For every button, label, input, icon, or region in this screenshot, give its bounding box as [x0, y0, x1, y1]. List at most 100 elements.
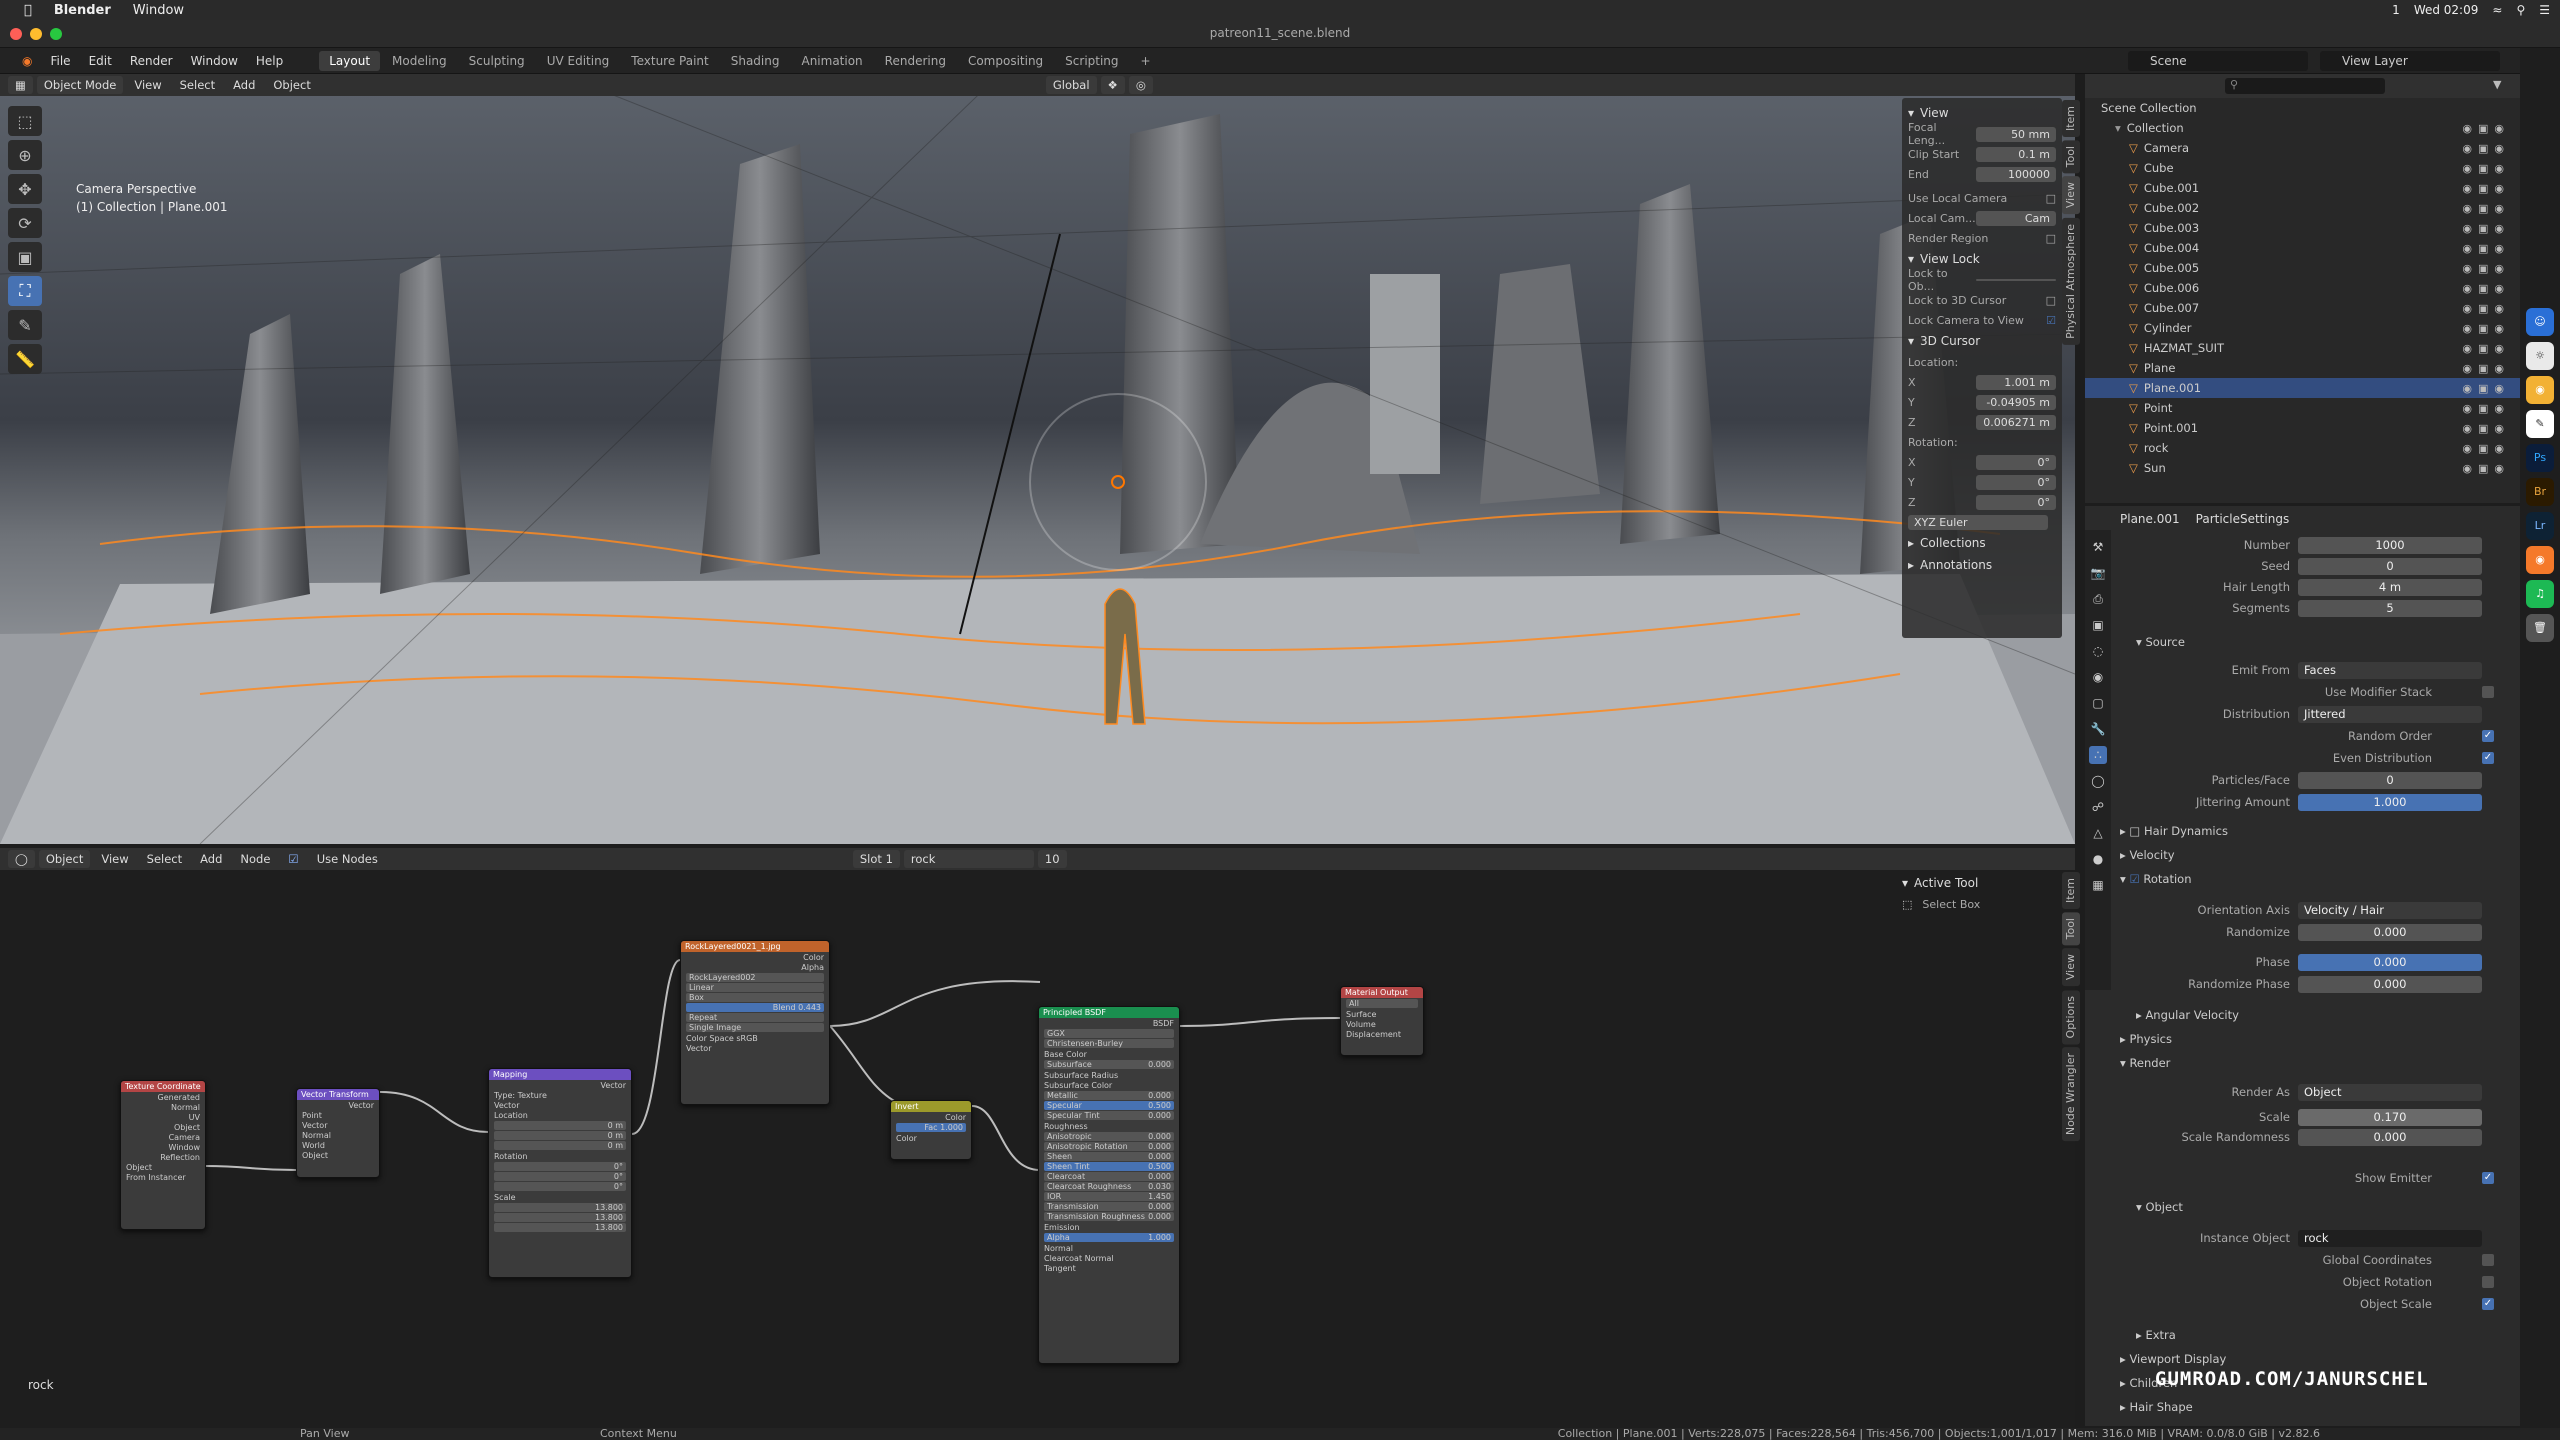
trash-icon[interactable]: 🗑 [2526, 614, 2554, 642]
visibility-icons[interactable]: ◉▣◉ [2462, 342, 2510, 355]
scale-randomness-field[interactable]: 0.000 [2298, 1128, 2482, 1146]
outliner-item[interactable]: ▽ Cube.007 ◉▣◉ [2085, 298, 2520, 318]
bsdf-input-row[interactable]: Sheen 0.000 [1044, 1152, 1174, 1161]
lock-cursor-checkbox[interactable]: □ [2046, 294, 2056, 307]
output-tab-icon[interactable]: ⎙ [2089, 590, 2107, 608]
bridge-icon[interactable]: Br [2526, 478, 2554, 506]
scale-field[interactable]: 0.170 [2298, 1108, 2482, 1126]
render-region-checkbox[interactable]: □ [2046, 232, 2056, 245]
object-rotation-checkbox[interactable] [2482, 1276, 2494, 1288]
bsdf-input-row[interactable]: IOR 1.450 [1044, 1192, 1174, 1201]
outliner-item[interactable]: ▽ Sun ◉▣◉ [2085, 458, 2520, 478]
object-subpanel-header[interactable]: ▾ Object [2136, 1200, 2183, 1214]
proportional-edit-icon[interactable]: ◎ [1128, 76, 1153, 94]
visibility-icons[interactable]: ◉▣◉ [2462, 262, 2510, 275]
measure-icon[interactable]: 📏 [8, 344, 42, 374]
source-panel-header[interactable]: ▾ Source [2136, 635, 2185, 649]
blender-icon[interactable]: ◉ [2526, 546, 2554, 574]
cursor-x-field[interactable]: 1.001 m [1976, 374, 2056, 390]
add-workspace-button[interactable]: + [1131, 51, 1161, 71]
particles-per-face-field[interactable]: 0 [2298, 771, 2482, 789]
outliner-item[interactable]: ▽ Cylinder ◉▣◉ [2085, 318, 2520, 338]
material-tab-icon[interactable]: ● [2089, 850, 2107, 868]
tab-texture-paint[interactable]: Texture Paint [621, 51, 718, 71]
notes-icon[interactable]: ✎ [2526, 410, 2554, 438]
scale-icon[interactable]: ▣ [8, 242, 42, 272]
menu-file[interactable]: File [42, 51, 78, 71]
constraints-tab-icon[interactable]: ☍ [2089, 798, 2107, 816]
use-local-camera-checkbox[interactable]: □ [2046, 192, 2056, 205]
visibility-icons[interactable]: ◉▣◉ [2462, 462, 2510, 475]
menu-select[interactable]: Select [173, 76, 222, 94]
outliner-item[interactable]: ▽ Cube.006 ◉▣◉ [2085, 278, 2520, 298]
slot-selector[interactable]: Slot 1 [852, 850, 900, 868]
bsdf-input-row[interactable]: Transmission 0.000 [1044, 1202, 1174, 1211]
rotate-icon[interactable]: ⟳ [8, 208, 42, 238]
lock-object-field[interactable] [1976, 279, 2056, 281]
window-menu[interactable]: Window [133, 3, 184, 18]
annotations-header[interactable]: ▸ Annotations [1908, 554, 2056, 576]
visibility-icons[interactable]: ◉▣◉ [2462, 202, 2510, 215]
texture-tab-icon[interactable]: ▦ [2089, 876, 2107, 894]
bsdf-input-row[interactable]: Clearcoat Roughness 0.030 [1044, 1182, 1174, 1191]
visibility-icons[interactable]: ◉▣◉ [2462, 422, 2510, 435]
outliner-item[interactable]: ▽ Cube ◉▣◉ [2085, 158, 2520, 178]
safari-icon[interactable]: ☼ [2526, 342, 2554, 370]
hair-dynamics-panel-header[interactable]: ▸ □ Hair Dynamics [2120, 824, 2228, 838]
rotation-panel-header[interactable]: ▾ ☑ Rotation [2120, 872, 2192, 886]
clip-end-field[interactable]: 100000 [1976, 166, 2056, 182]
menu-view[interactable]: View [127, 76, 168, 94]
extra-subpanel-header[interactable]: ▸ Extra [2136, 1328, 2176, 1342]
finder-icon[interactable]: ☺ [2526, 308, 2554, 336]
physics-tab-icon[interactable]: ◯ [2089, 772, 2107, 790]
bsdf-input-row[interactable]: Alpha 1.000 [1044, 1233, 1174, 1242]
lightroom-icon[interactable]: Lr [2526, 512, 2554, 540]
cursor-rot-x-field[interactable]: 0° [1976, 454, 2056, 470]
local-camera-field[interactable]: Cam [1976, 210, 2056, 226]
world-tab-icon[interactable]: ◉ [2089, 668, 2107, 686]
outliner-item[interactable]: ▽ Cube.005 ◉▣◉ [2085, 258, 2520, 278]
bsdf-input-row[interactable]: Normal [1039, 1243, 1179, 1253]
seed-field[interactable]: 0 [2298, 557, 2482, 575]
outliner-item[interactable]: ▽ Cube.002 ◉▣◉ [2085, 198, 2520, 218]
phase-slider[interactable]: 0.000 [2298, 953, 2482, 971]
cursor-rot-z-field[interactable]: 0° [1976, 494, 2056, 510]
select-box-icon[interactable]: ⬚ [8, 106, 42, 136]
node-editor-canvas[interactable]: Texture Coordinate Generated Normal UV O… [0, 870, 2075, 1428]
physics-panel-header[interactable]: ▸ Physics [2120, 1032, 2172, 1046]
collection-row[interactable]: ▾ Collection ◉▣◉ [2085, 118, 2520, 138]
tab-scripting[interactable]: Scripting [1055, 51, 1128, 71]
menu-node[interactable]: Node [233, 850, 277, 868]
viewport-display-panel-header[interactable]: ▸ Viewport Display [2120, 1352, 2226, 1366]
cursor-y-field[interactable]: -0.04905 m [1976, 394, 2056, 410]
outliner-item[interactable]: ▽ HAZMAT_SUIT ◉▣◉ [2085, 338, 2520, 358]
material-users-count[interactable]: 10 [1037, 850, 1067, 868]
battery-indicator[interactable]: 1 [2392, 3, 2400, 17]
global-coordinates-checkbox[interactable] [2482, 1254, 2494, 1266]
use-modifier-stack-checkbox[interactable] [2482, 686, 2494, 698]
blender-logo-icon[interactable]: ◉ [14, 51, 40, 71]
visibility-icons[interactable]: ◉▣◉ [2462, 282, 2510, 295]
bsdf-input-row[interactable]: Emission [1039, 1222, 1179, 1232]
bsdf-input-row[interactable]: Roughness [1039, 1121, 1179, 1131]
tab-modeling[interactable]: Modeling [382, 51, 457, 71]
cursor-rot-y-field[interactable]: 0° [1976, 474, 2056, 490]
outliner-search-input[interactable] [2225, 78, 2385, 94]
use-nodes-checkbox[interactable]: ☑ [281, 850, 305, 868]
modifier-tab-icon[interactable]: 🔧 [2089, 720, 2107, 738]
breadcrumb-settings[interactable]: ParticleSettings [2196, 512, 2290, 526]
angular-velocity-panel-header[interactable]: ▸ Angular Velocity [2136, 1008, 2239, 1022]
tab-uv-editing[interactable]: UV Editing [537, 51, 620, 71]
jittering-amount-slider[interactable]: 1.000 [2298, 793, 2482, 811]
instance-object-field[interactable]: rock [2298, 1229, 2482, 1247]
render-as-select[interactable]: Object [2298, 1083, 2482, 1101]
outliner-item[interactable]: ▽ Plane.001 ◉▣◉ [2085, 378, 2520, 398]
3d-cursor-header[interactable]: ▾ 3D Cursor [1908, 330, 2056, 352]
move-icon[interactable]: ✥ [8, 174, 42, 204]
visibility-icons[interactable]: ◉▣◉ [2462, 162, 2510, 175]
select-box-icon[interactable]: ⬚ [1902, 898, 1912, 911]
cursor-z-field[interactable]: 0.006271 m [1976, 414, 2056, 430]
node-mapping[interactable]: Mapping Vector Type: Texture Vector Loca… [488, 1068, 632, 1278]
cursor-icon[interactable]: ⊕ [8, 140, 42, 170]
mode-selector[interactable]: Object Mode [36, 76, 124, 94]
